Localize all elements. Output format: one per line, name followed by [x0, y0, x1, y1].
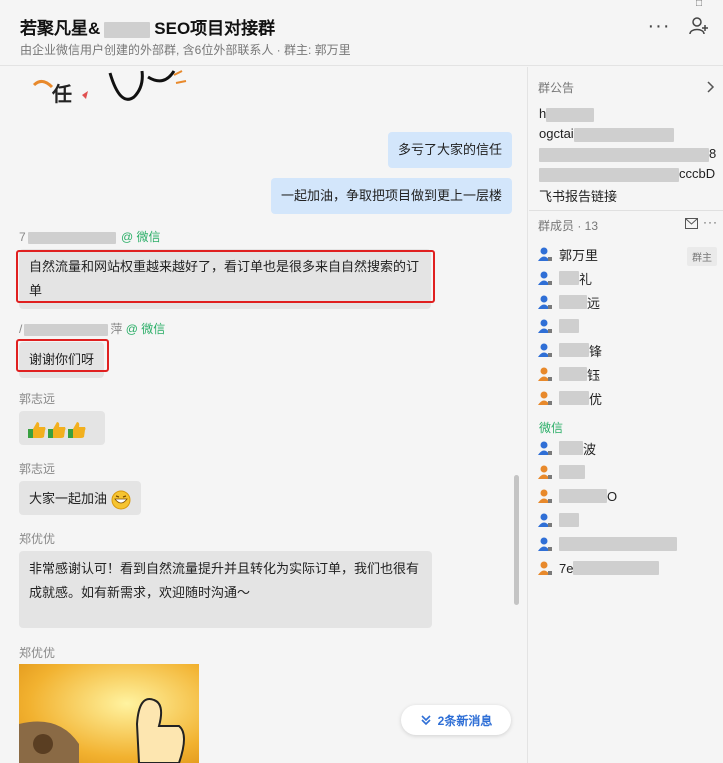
member-item[interactable]: [537, 509, 579, 531]
member-item[interactable]: 远: [537, 291, 600, 313]
redacted-name: [27, 231, 116, 244]
redacted-title-part: [104, 21, 151, 38]
user-icon: [538, 271, 552, 285]
notice-line: h: [539, 106, 595, 122]
double-chevron-down-icon: [421, 715, 431, 726]
member-item[interactable]: 礼: [537, 267, 592, 289]
chat-area[interactable]: 任 多亏了大家的信任 一起加油，争取把项目做到更上一层楼 7 @ 微信 自然流量…: [0, 67, 528, 763]
chevron-right-icon[interactable]: [707, 81, 715, 93]
sender-name: 郭志远: [19, 462, 56, 476]
redacted-name: [573, 561, 660, 575]
redacted-name: [559, 367, 587, 381]
sender-name: 郑优优: [19, 646, 56, 660]
user-icon: [538, 319, 552, 333]
user-icon: [538, 561, 552, 575]
highlight-box: [16, 250, 435, 303]
highlight-box: [16, 339, 109, 372]
redacted-name: [24, 323, 109, 336]
member-item[interactable]: O: [537, 485, 617, 507]
member-item[interactable]: 锋: [537, 339, 602, 361]
member-item[interactable]: [537, 461, 585, 483]
grin-emoji-icon: [111, 490, 131, 510]
redacted-name: [559, 319, 579, 333]
sticker-image[interactable]: [19, 664, 199, 763]
redacted-name: [559, 513, 579, 527]
group-info-panel: 群公告 h ogctai 8 cccbD 飞书报告链接 群成员 · 13 ···…: [529, 67, 723, 763]
member-name: 礼: [579, 271, 593, 287]
redacted-name: [559, 537, 677, 551]
redacted-name: [559, 391, 589, 405]
user-icon: [538, 465, 552, 479]
member-item[interactable]: [537, 533, 677, 555]
message-bubble[interactable]: 一起加油，争取把项目做到更上一层楼: [271, 178, 513, 214]
chat-header: 若聚凡星& SEO项目对接群 由企业微信用户创建的外部群, 含6位外部联系人 · …: [0, 0, 723, 66]
redacted-name: [559, 441, 583, 455]
sender-name: 郑优优: [19, 532, 56, 546]
sticker-image: 任: [24, 67, 194, 109]
window-control-icon[interactable]: □: [696, 0, 702, 9]
thumbs-up-icon: [48, 421, 66, 438]
member-name: 7e: [559, 560, 574, 576]
sender-name: / 萍 @ 微信: [19, 322, 166, 336]
thumbs-up-icon: [68, 421, 86, 438]
thumbs-up-icon: [28, 421, 46, 438]
group-title: 若聚凡星& SEO项目对接群: [20, 19, 276, 38]
user-icon: [538, 391, 552, 405]
member-name: 郭万里: [559, 247, 599, 263]
member-name: 波: [583, 441, 597, 457]
add-member-icon[interactable]: [686, 14, 712, 38]
svg-text:任: 任: [51, 82, 72, 106]
user-icon: [538, 367, 552, 381]
notice-line: 飞书报告链接: [539, 189, 618, 204]
group-subtitle: 由企业微信用户创建的外部群, 含6位外部联系人 · 群主: 郭万里: [20, 43, 351, 57]
member-item[interactable]: 优: [537, 387, 602, 409]
sender-name: 7 @ 微信: [19, 230, 161, 244]
user-icon: [538, 513, 552, 527]
member-item[interactable]: 郭万里: [537, 243, 598, 265]
member-name: 钰: [587, 367, 601, 383]
member-item[interactable]: 钰: [537, 363, 600, 385]
redacted-name: [559, 343, 589, 357]
member-item[interactable]: 7e: [537, 557, 660, 579]
message-bubble[interactable]: 大家一起加油: [19, 481, 141, 515]
more-options-icon[interactable]: ···: [703, 215, 718, 229]
redacted-name: [559, 295, 587, 309]
user-icon: [538, 489, 552, 503]
sender-name: 郭志远: [19, 392, 56, 406]
redacted-name: [559, 271, 579, 285]
new-messages-button[interactable]: 2条新消息: [401, 705, 511, 735]
member-item[interactable]: 波: [537, 437, 596, 459]
notice-line: ogctai: [539, 126, 674, 142]
notice-line: cccbD: [539, 166, 715, 182]
divider: [529, 210, 723, 211]
redacted-name: [559, 465, 585, 479]
member-name: 优: [589, 391, 603, 407]
member-name: 锋: [589, 343, 603, 359]
mail-icon[interactable]: [685, 218, 698, 229]
user-icon: [538, 441, 552, 455]
member-name: O: [607, 488, 618, 504]
notice-line: 8: [539, 146, 716, 162]
message-bubble[interactable]: [19, 411, 105, 445]
message-bubble[interactable]: 多亏了大家的信任: [388, 132, 513, 168]
chat-scrollbar[interactable]: [514, 475, 519, 605]
members-title: 群成员 · 13: [538, 219, 599, 233]
owner-badge: 群主: [687, 247, 717, 266]
redacted-name: [559, 489, 607, 503]
message-bubble[interactable]: 非常感谢认可！看到自然流量提升并且转化为实际订单，我们也很有 成就感。如有新需求…: [19, 551, 432, 628]
member-name: 远: [587, 295, 601, 311]
user-icon: [538, 537, 552, 551]
user-icon: [538, 295, 552, 309]
more-options-icon[interactable]: ···: [646, 14, 672, 38]
member-item[interactable]: [537, 315, 579, 337]
user-icon: [538, 343, 552, 357]
notice-title: 群公告: [538, 81, 575, 95]
user-icon: [538, 247, 552, 261]
wechat-section-label: 微信: [539, 421, 564, 435]
